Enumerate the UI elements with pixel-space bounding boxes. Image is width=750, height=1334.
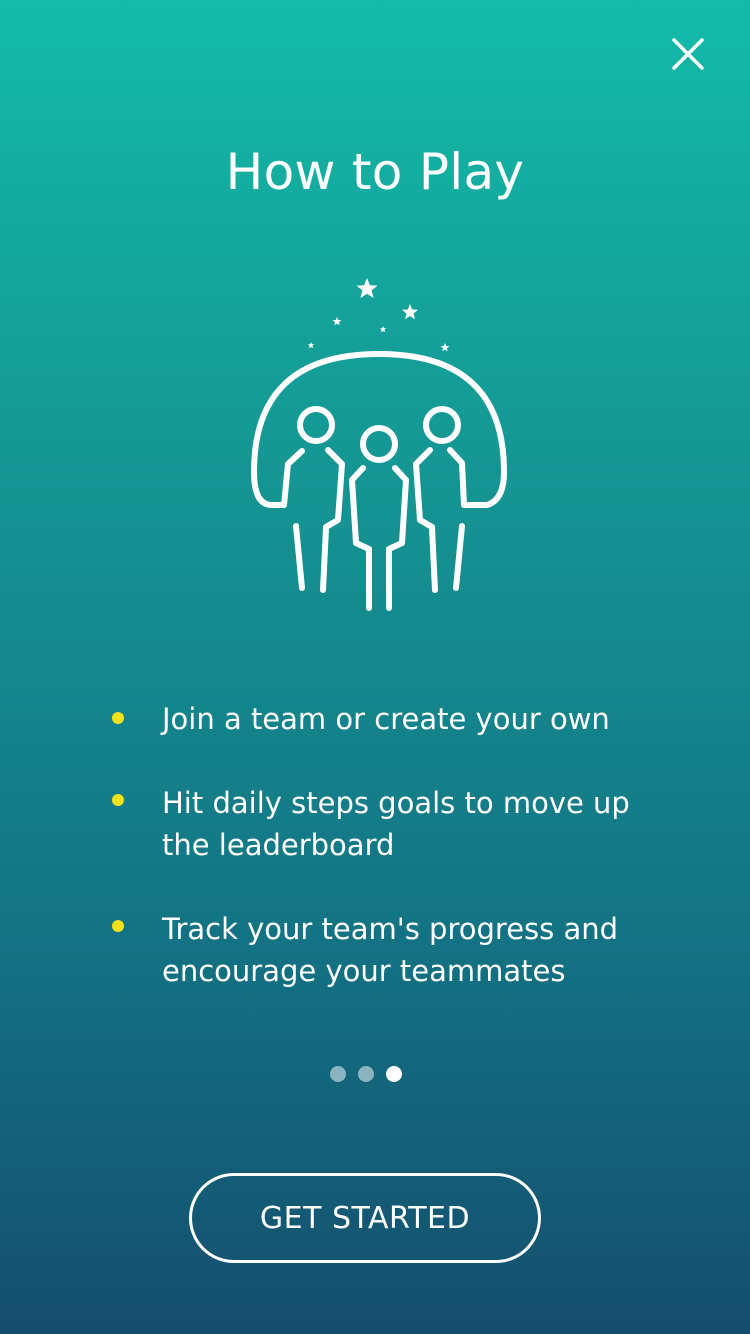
page-dot[interactable]: [330, 1066, 346, 1082]
bullet-dot: [112, 794, 124, 806]
bullet-text: Track your team's progress and encourage…: [162, 912, 619, 988]
page-title: How to Play: [225, 143, 525, 201]
how-to-play-screen: How to Play Join a team or create your o…: [0, 0, 750, 1334]
page-dot-active[interactable]: [386, 1066, 402, 1082]
close-icon: [672, 38, 704, 70]
page-dot[interactable]: [358, 1066, 374, 1082]
bullet-text: Hit daily steps goals to move up the lea…: [162, 786, 630, 862]
pagination-dots: [0, 1066, 750, 1082]
bullet-dot: [112, 920, 124, 932]
bullet-dot: [112, 712, 124, 724]
close-button[interactable]: [660, 26, 716, 82]
get-started-button[interactable]: GET STARTED: [189, 1173, 541, 1263]
team-under-arch-with-stars-icon: [251, 278, 507, 611]
stars-icon: [307, 278, 450, 352]
bullet-text: Join a team or create your own: [162, 702, 610, 736]
